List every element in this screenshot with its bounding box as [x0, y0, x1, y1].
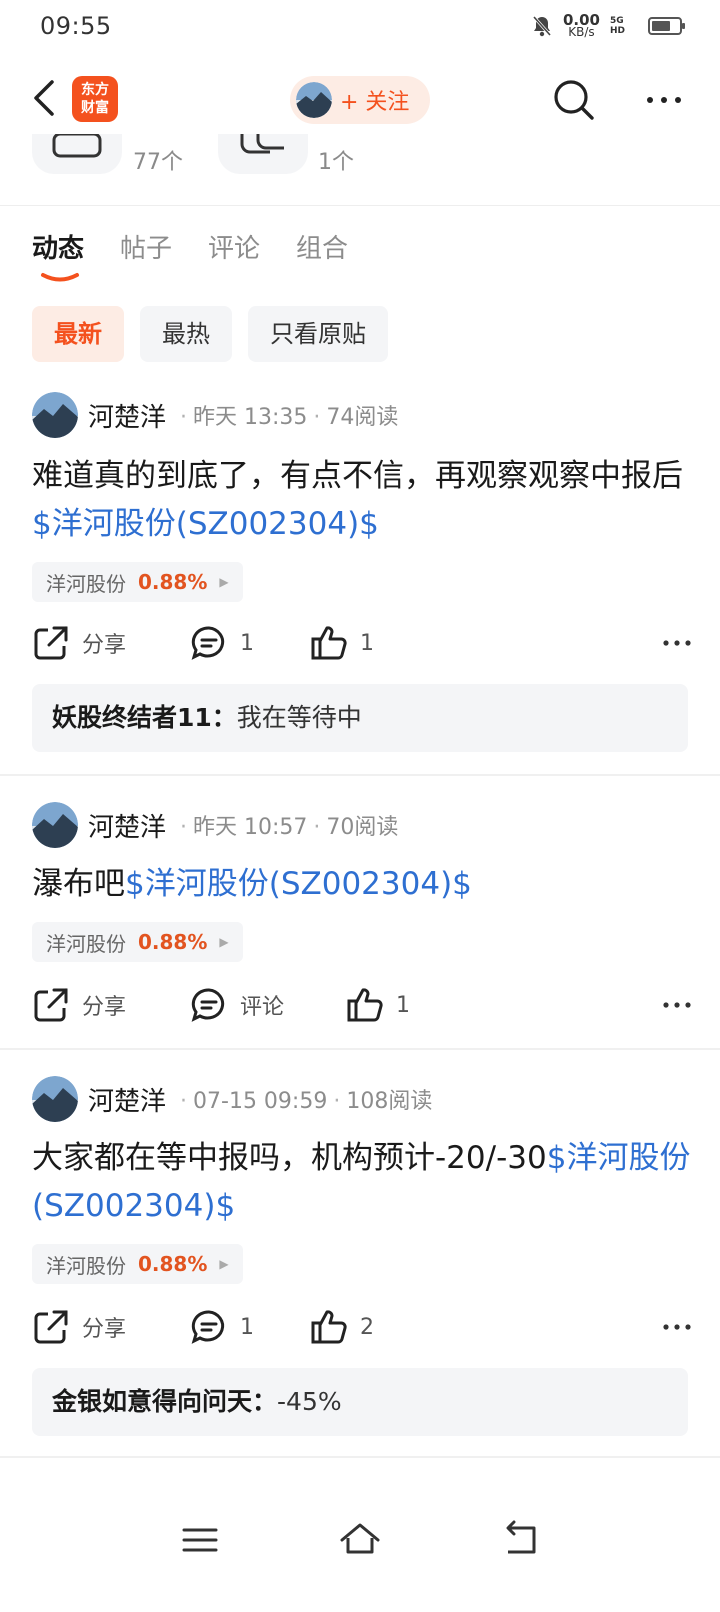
play-arrow-icon: ▶: [219, 1257, 229, 1271]
status-time: 09:55: [40, 12, 112, 40]
filter-original-only[interactable]: 只看原贴: [248, 306, 388, 362]
stock-link[interactable]: $洋河股份(SZ002304)$: [125, 866, 472, 902]
follow-label: + 关注: [340, 90, 410, 115]
post-meta: · 昨天 10:57 · 70阅读: [180, 815, 399, 840]
stat-count-1: 77个: [133, 150, 183, 175]
share-icon: [34, 988, 68, 1022]
search-icon: [554, 80, 594, 120]
author-name[interactable]: 河楚洋: [88, 807, 166, 844]
tab-portfolio[interactable]: 组合: [296, 228, 348, 276]
more-menu-button[interactable]: [642, 86, 686, 114]
search-button[interactable]: [552, 78, 596, 122]
more-dots-icon[interactable]: [662, 1314, 692, 1340]
play-arrow-icon: ▶: [219, 935, 229, 949]
post-actions: 分享 1 1: [32, 618, 692, 668]
filter-latest[interactable]: 最新: [32, 306, 124, 362]
thumbs-up-icon: [311, 626, 347, 660]
post-card[interactable]: 河楚洋 · 昨天 13:35 · 74阅读 难道真的到底了，有点不信，再观察观察中报后…: [0, 378, 720, 776]
stats-row: 77个 1个: [0, 134, 720, 206]
like-button[interactable]: 1: [310, 618, 374, 668]
status-icons: 0.00 KB/s 5G HD: [531, 11, 685, 39]
app-logo[interactable]: 东方 财富: [72, 76, 118, 122]
post-actions: 分享 评论 1: [32, 980, 692, 1030]
status-bar: 09:55 0.00 KB/s 5G HD: [0, 0, 720, 56]
post-header: 河楚洋 · 07-15 09:59 · 108阅读: [32, 1076, 432, 1122]
post-header: 河楚洋 · 昨天 13:35 · 74阅读: [32, 392, 398, 438]
thumbs-up-icon: [347, 988, 383, 1022]
follow-button[interactable]: + 关注: [290, 76, 430, 124]
post-card[interactable]: 河楚洋 · 07-15 09:59 · 108阅读 大家都在等中报吗，机构预计-20/…: [0, 1052, 720, 1458]
post-actions: 分享 1 2: [32, 1302, 692, 1352]
post-meta: · 昨天 13:35 · 74阅读: [180, 405, 399, 430]
more-dots-icon[interactable]: [662, 630, 692, 656]
share-button[interactable]: 分享: [32, 618, 126, 668]
comment-button[interactable]: 评论: [190, 980, 284, 1030]
comment-button[interactable]: 1: [190, 618, 254, 668]
share-button[interactable]: 分享: [32, 980, 126, 1030]
comment-button[interactable]: 1: [190, 1302, 254, 1352]
home-icon[interactable]: [336, 1516, 384, 1564]
net-speed: 0.00 KB/s: [562, 11, 600, 39]
share-button[interactable]: 分享: [32, 1302, 126, 1352]
stat-tile-1[interactable]: [32, 134, 122, 174]
menu-icon[interactable]: [176, 1516, 224, 1564]
tab-dynamics[interactable]: 动态: [32, 228, 85, 282]
like-button[interactable]: 2: [310, 1302, 374, 1352]
post-body[interactable]: 瀑布吧$洋河股份(SZ002304)$: [32, 860, 692, 908]
tab-label: 帖子: [120, 234, 173, 264]
reply-preview[interactable]: 妖股终结者11：我在等待中: [32, 684, 688, 752]
battery-icon: [648, 17, 685, 35]
comment-icon: [191, 1310, 225, 1344]
post-body[interactable]: 大家都在等中报吗，机构预计-20/-30$洋河股份(SZ002304)$: [32, 1134, 692, 1230]
tab-active-indicator: [41, 273, 79, 282]
tab-label: 评论: [208, 234, 261, 264]
stat-icon-1: [52, 134, 102, 158]
author-avatar[interactable]: [32, 1076, 78, 1122]
stock-tag[interactable]: 洋河股份 0.88% ▶: [32, 1244, 243, 1284]
share-icon: [34, 626, 68, 660]
stat-icon-2: [240, 134, 284, 154]
author-avatar[interactable]: [32, 392, 78, 438]
app-logo-text: 东方 财富: [81, 82, 109, 116]
stock-tag[interactable]: 洋河股份 0.88% ▶: [32, 922, 243, 962]
filter-hottest[interactable]: 最热: [140, 306, 232, 362]
more-dots-icon[interactable]: [662, 992, 692, 1018]
author-avatar[interactable]: [32, 802, 78, 848]
more-dots-icon: [647, 97, 681, 103]
tab-comments[interactable]: 评论: [208, 228, 260, 276]
tab-label: 动态: [32, 234, 85, 264]
author-name[interactable]: 河楚洋: [88, 397, 166, 434]
user-avatar-icon: [296, 82, 332, 118]
network-indicator: 5G HD: [610, 16, 626, 36]
post-header: 河楚洋 · 昨天 10:57 · 70阅读: [32, 802, 398, 848]
play-arrow-icon: ▶: [219, 575, 229, 589]
share-icon: [34, 1310, 68, 1344]
post-meta: · 07-15 09:59 · 108阅读: [180, 1089, 433, 1114]
back-nav-icon[interactable]: [496, 1516, 544, 1564]
like-button[interactable]: 1: [346, 980, 410, 1030]
tab-posts[interactable]: 帖子: [120, 228, 172, 276]
filter-chips: 最新 最热 只看原贴: [32, 306, 388, 362]
content-tabs: 动态 帖子 评论 组合: [32, 228, 348, 288]
system-nav-bar: [0, 1480, 720, 1612]
comment-icon: [191, 988, 225, 1022]
comment-icon: [191, 626, 225, 660]
stock-link[interactable]: $洋河股份(SZ002304)$: [32, 506, 379, 542]
post-body[interactable]: 难道真的到底了，有点不信，再观察观察中报后$洋河股份(SZ002304)$: [32, 452, 692, 548]
back-button[interactable]: [28, 76, 64, 120]
reply-preview[interactable]: 金银如意得向问天：-45%: [32, 1368, 688, 1436]
author-name[interactable]: 河楚洋: [88, 1081, 166, 1118]
chevron-left-icon: [34, 80, 54, 116]
stat-tile-2[interactable]: [218, 134, 308, 174]
stock-tag[interactable]: 洋河股份 0.88% ▶: [32, 562, 243, 602]
top-nav: 东方 财富 + 关注: [0, 64, 720, 134]
tab-label: 组合: [296, 234, 349, 264]
thumbs-up-icon: [311, 1310, 347, 1344]
post-card[interactable]: 河楚洋 · 昨天 10:57 · 70阅读 瀑布吧$洋河股份(SZ002304)$ 洋…: [0, 778, 720, 1050]
stat-count-2: 1个: [318, 150, 354, 175]
mute-bell-icon: [532, 16, 552, 37]
